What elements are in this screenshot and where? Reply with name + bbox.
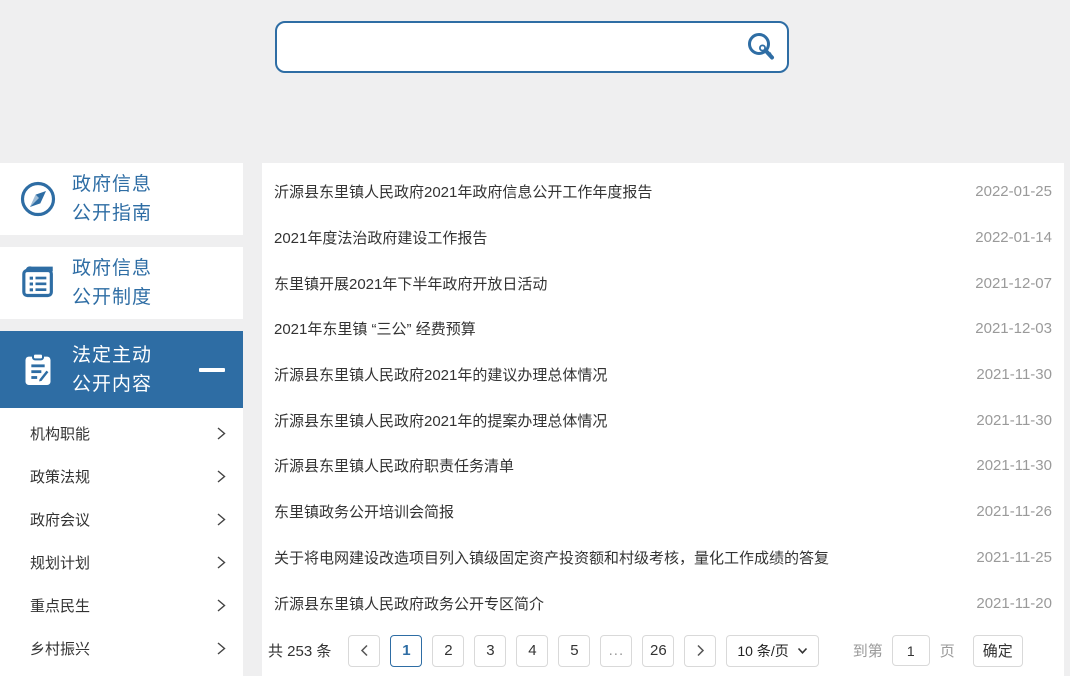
goto-page-prefix: 到第 — [853, 640, 883, 661]
pagination: 共 253 条 1 2 3 4 5 ... 26 10 条/页 到第 页 确定 — [262, 626, 1064, 676]
article-date: 2021-11-25 — [976, 549, 1052, 566]
article-date: 2021-11-26 — [976, 503, 1052, 520]
page-size-label: 10 条/页 — [737, 641, 788, 661]
article-title: 沂源县东里镇人民政府政务公开专区简介 — [274, 593, 544, 614]
sidebar-item-label: 政府信息 — [72, 258, 152, 279]
article-title: 沂源县东里镇人民政府2021年政府信息公开工作年度报告 — [274, 181, 652, 202]
search-bar — [275, 21, 789, 73]
article-title: 沂源县东里镇人民政府职责任务清单 — [274, 455, 514, 476]
list-item[interactable]: 沂源县东里镇人民政府2021年政府信息公开工作年度报告 2022-01-25 — [262, 169, 1064, 215]
page-button-1[interactable]: 1 — [390, 635, 422, 667]
chevron-right-icon — [216, 426, 227, 441]
article-list: 沂源县东里镇人民政府2021年政府信息公开工作年度报告 2022-01-25 2… — [262, 163, 1064, 626]
goto-page-suffix: 页 — [940, 640, 955, 661]
search-button[interactable] — [739, 25, 783, 69]
submenu-item-livelihood[interactable]: 重点民生 — [0, 584, 243, 627]
sidebar-item-label: 法定主动 — [72, 345, 152, 366]
clipboard-pen-icon — [18, 350, 58, 390]
list-item[interactable]: 东里镇开展2021年下半年政府开放日活动 2021-12-07 — [262, 260, 1064, 306]
submenu-item-organization[interactable]: 机构职能 — [0, 412, 243, 455]
article-date: 2021-11-30 — [976, 412, 1052, 429]
article-date: 2021-12-03 — [975, 320, 1052, 337]
list-item[interactable]: 沂源县东里镇人民政府职责任务清单 2021-11-30 — [262, 443, 1064, 489]
prev-page-button[interactable] — [348, 635, 380, 667]
chevron-left-icon — [360, 644, 369, 657]
compass-icon — [18, 179, 58, 219]
sidebar-item-statutory-disclosure[interactable]: 法定主动 公开内容 — [0, 331, 243, 408]
submenu-label: 重点民生 — [30, 595, 90, 616]
list-item[interactable]: 关于将电网建设改造项目列入镇级固定资产投资额和村级考核，量化工作成绩的答复 20… — [262, 535, 1064, 581]
confirm-button[interactable]: 确定 — [973, 635, 1023, 667]
chevron-right-icon — [216, 555, 227, 570]
article-list-panel: 沂源县东里镇人民政府2021年政府信息公开工作年度报告 2022-01-25 2… — [262, 163, 1064, 676]
article-title: 沂源县东里镇人民政府2021年的建议办理总体情况 — [274, 364, 607, 385]
pagination-total: 共 253 条 — [268, 640, 331, 661]
next-page-button[interactable] — [684, 635, 716, 667]
article-date: 2021-11-30 — [976, 366, 1052, 383]
submenu-label: 机构职能 — [30, 423, 90, 444]
page-button-4[interactable]: 4 — [516, 635, 548, 667]
sidebar-item-disclosure-guide[interactable]: 政府信息 公开指南 — [0, 163, 243, 235]
article-date: 2022-01-14 — [975, 229, 1052, 246]
rules-icon — [18, 263, 58, 303]
page-size-select[interactable]: 10 条/页 — [726, 635, 818, 667]
chevron-right-icon — [216, 512, 227, 527]
sidebar-item-label: 公开指南 — [72, 203, 152, 224]
chevron-down-icon — [797, 647, 808, 655]
list-item[interactable]: 沂源县东里镇人民政府政务公开专区简介 2021-11-20 — [262, 580, 1064, 626]
page-button-2[interactable]: 2 — [432, 635, 464, 667]
page-button-5[interactable]: 5 — [558, 635, 590, 667]
article-date: 2021-11-30 — [976, 457, 1052, 474]
submenu-label: 政府会议 — [30, 509, 90, 530]
sidebar-item-label: 政府信息 — [72, 174, 152, 195]
article-title: 东里镇开展2021年下半年政府开放日活动 — [274, 273, 547, 294]
list-item[interactable]: 沂源县东里镇人民政府2021年的建议办理总体情况 2021-11-30 — [262, 352, 1064, 398]
collapse-icon[interactable] — [199, 368, 225, 372]
sidebar-item-label: 公开内容 — [72, 374, 152, 395]
submenu-item-policies[interactable]: 政策法规 — [0, 455, 243, 498]
article-date: 2021-11-20 — [976, 595, 1052, 612]
article-title: 2021年东里镇 “三公” 经费预算 — [274, 318, 476, 339]
page-button-3[interactable]: 3 — [474, 635, 506, 667]
sidebar-item-disclosure-system[interactable]: 政府信息 公开制度 — [0, 247, 243, 319]
page-button-26[interactable]: 26 — [642, 635, 674, 667]
list-item[interactable]: 东里镇政务公开培训会简报 2021-11-26 — [262, 489, 1064, 535]
submenu-item-plans[interactable]: 规划计划 — [0, 541, 243, 584]
submenu-item-rural-revitalization[interactable]: 乡村振兴 — [0, 627, 243, 670]
sidebar-submenu: 机构职能 政策法规 政府会议 规划计划 重点民生 — [0, 408, 243, 676]
submenu-label: 规划计划 — [30, 552, 90, 573]
article-title: 沂源县东里镇人民政府2021年的提案办理总体情况 — [274, 410, 607, 431]
page-ellipsis[interactable]: ... — [600, 635, 632, 667]
article-title: 关于将电网建设改造项目列入镇级固定资产投资额和村级考核，量化工作成绩的答复 — [274, 547, 829, 568]
chevron-right-icon — [216, 641, 227, 656]
search-icon — [744, 30, 778, 64]
search-input[interactable] — [277, 23, 739, 71]
article-date: 2022-01-25 — [975, 183, 1052, 200]
list-item[interactable]: 沂源县东里镇人民政府2021年的提案办理总体情况 2021-11-30 — [262, 397, 1064, 443]
chevron-right-icon — [696, 644, 705, 657]
article-date: 2021-12-07 — [975, 275, 1052, 292]
sidebar-item-label: 公开制度 — [72, 287, 152, 308]
list-item[interactable]: 2021年度法治政府建设工作报告 2022-01-14 — [262, 215, 1064, 261]
goto-page-input[interactable] — [892, 635, 930, 666]
submenu-label: 乡村振兴 — [30, 638, 90, 659]
list-item[interactable]: 2021年东里镇 “三公” 经费预算 2021-12-03 — [262, 306, 1064, 352]
article-title: 东里镇政务公开培训会简报 — [274, 501, 454, 522]
article-title: 2021年度法治政府建设工作报告 — [274, 227, 487, 248]
chevron-right-icon — [216, 598, 227, 613]
submenu-item-meetings[interactable]: 政府会议 — [0, 498, 243, 541]
submenu-label: 政策法规 — [30, 466, 90, 487]
chevron-right-icon — [216, 469, 227, 484]
sidebar: 政府信息 公开指南 政府信息 公开制度 — [0, 163, 243, 676]
